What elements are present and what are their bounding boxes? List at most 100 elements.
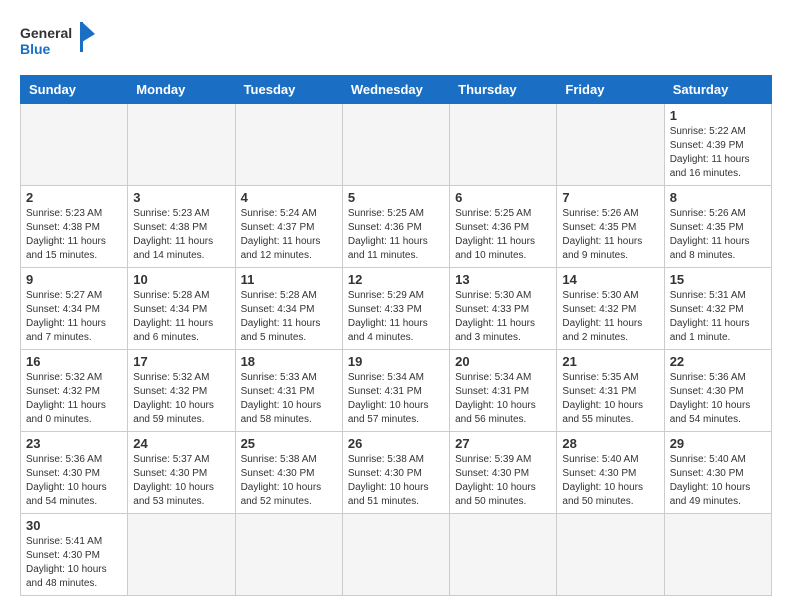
day-number: 27 bbox=[455, 436, 551, 451]
calendar-week-row: 1 Sunrise: 5:22 AM Sunset: 4:39 PM Daylig… bbox=[21, 104, 772, 186]
calendar-day-cell: 23 Sunrise: 5:36 AM Sunset: 4:30 PM Dayli… bbox=[21, 432, 128, 514]
day-number: 2 bbox=[26, 190, 122, 205]
day-info: Sunrise: 5:30 AM Sunset: 4:33 PM Dayligh… bbox=[455, 289, 551, 345]
calendar-day-cell: 2 Sunrise: 5:23 AM Sunset: 4:38 PM Daylig… bbox=[21, 186, 128, 268]
calendar-header-tuesday: Tuesday bbox=[235, 76, 342, 104]
day-info: Sunrise: 5:23 AM Sunset: 4:38 PM Dayligh… bbox=[133, 207, 229, 263]
day-info: Sunrise: 5:23 AM Sunset: 4:38 PM Dayligh… bbox=[26, 207, 122, 263]
calendar-day-cell bbox=[557, 514, 664, 596]
calendar-header-thursday: Thursday bbox=[450, 76, 557, 104]
day-number: 19 bbox=[348, 354, 444, 369]
day-number: 13 bbox=[455, 272, 551, 287]
day-number: 8 bbox=[670, 190, 766, 205]
day-number: 26 bbox=[348, 436, 444, 451]
calendar-week-row: 23 Sunrise: 5:36 AM Sunset: 4:30 PM Dayli… bbox=[21, 432, 772, 514]
day-info: Sunrise: 5:25 AM Sunset: 4:36 PM Dayligh… bbox=[348, 207, 444, 263]
day-info: Sunrise: 5:28 AM Sunset: 4:34 PM Dayligh… bbox=[133, 289, 229, 345]
calendar-day-cell: 26 Sunrise: 5:38 AM Sunset: 4:30 PM Dayli… bbox=[342, 432, 449, 514]
calendar-day-cell: 8 Sunrise: 5:26 AM Sunset: 4:35 PM Daylig… bbox=[664, 186, 771, 268]
day-number: 21 bbox=[562, 354, 658, 369]
calendar-header-row: SundayMondayTuesdayWednesdayThursdayFrid… bbox=[21, 76, 772, 104]
day-number: 18 bbox=[241, 354, 337, 369]
calendar-day-cell: 5 Sunrise: 5:25 AM Sunset: 4:36 PM Daylig… bbox=[342, 186, 449, 268]
calendar-header-sunday: Sunday bbox=[21, 76, 128, 104]
logo-svg: GeneralBlue bbox=[20, 20, 100, 65]
day-number: 16 bbox=[26, 354, 122, 369]
day-number: 9 bbox=[26, 272, 122, 287]
calendar-day-cell bbox=[235, 104, 342, 186]
day-info: Sunrise: 5:24 AM Sunset: 4:37 PM Dayligh… bbox=[241, 207, 337, 263]
calendar-day-cell bbox=[21, 104, 128, 186]
calendar-day-cell: 16 Sunrise: 5:32 AM Sunset: 4:32 PM Dayli… bbox=[21, 350, 128, 432]
calendar-day-cell: 18 Sunrise: 5:33 AM Sunset: 4:31 PM Dayli… bbox=[235, 350, 342, 432]
day-number: 28 bbox=[562, 436, 658, 451]
calendar-day-cell: 12 Sunrise: 5:29 AM Sunset: 4:33 PM Dayli… bbox=[342, 268, 449, 350]
day-info: Sunrise: 5:29 AM Sunset: 4:33 PM Dayligh… bbox=[348, 289, 444, 345]
day-number: 17 bbox=[133, 354, 229, 369]
calendar-day-cell: 25 Sunrise: 5:38 AM Sunset: 4:30 PM Dayli… bbox=[235, 432, 342, 514]
calendar-day-cell bbox=[128, 514, 235, 596]
day-info: Sunrise: 5:38 AM Sunset: 4:30 PM Dayligh… bbox=[348, 453, 444, 509]
calendar-header-saturday: Saturday bbox=[664, 76, 771, 104]
calendar-day-cell: 14 Sunrise: 5:30 AM Sunset: 4:32 PM Dayli… bbox=[557, 268, 664, 350]
day-number: 23 bbox=[26, 436, 122, 451]
calendar-day-cell bbox=[450, 104, 557, 186]
calendar-day-cell: 19 Sunrise: 5:34 AM Sunset: 4:31 PM Dayli… bbox=[342, 350, 449, 432]
day-info: Sunrise: 5:25 AM Sunset: 4:36 PM Dayligh… bbox=[455, 207, 551, 263]
calendar-day-cell bbox=[342, 104, 449, 186]
calendar-day-cell bbox=[128, 104, 235, 186]
calendar-day-cell: 21 Sunrise: 5:35 AM Sunset: 4:31 PM Dayli… bbox=[557, 350, 664, 432]
svg-text:General: General bbox=[20, 25, 72, 41]
day-info: Sunrise: 5:36 AM Sunset: 4:30 PM Dayligh… bbox=[670, 371, 766, 427]
day-info: Sunrise: 5:33 AM Sunset: 4:31 PM Dayligh… bbox=[241, 371, 337, 427]
calendar-day-cell: 28Sunrise: 5:40 AM Sunset: 4:30 PM Dayli… bbox=[557, 432, 664, 514]
calendar-week-row: 16 Sunrise: 5:32 AM Sunset: 4:32 PM Dayli… bbox=[21, 350, 772, 432]
calendar-table: SundayMondayTuesdayWednesdayThursdayFrid… bbox=[20, 75, 772, 596]
calendar-day-cell: 4Sunrise: 5:24 AM Sunset: 4:37 PM Daylig… bbox=[235, 186, 342, 268]
day-number: 20 bbox=[455, 354, 551, 369]
day-info: Sunrise: 5:39 AM Sunset: 4:30 PM Dayligh… bbox=[455, 453, 551, 509]
day-number: 11 bbox=[241, 272, 337, 287]
day-info: Sunrise: 5:32 AM Sunset: 4:32 PM Dayligh… bbox=[26, 371, 122, 427]
calendar-day-cell bbox=[450, 514, 557, 596]
calendar-day-cell: 7 Sunrise: 5:26 AM Sunset: 4:35 PM Daylig… bbox=[557, 186, 664, 268]
calendar-day-cell: 20 Sunrise: 5:34 AM Sunset: 4:31 PM Dayli… bbox=[450, 350, 557, 432]
day-number: 1 bbox=[670, 108, 766, 123]
day-info: Sunrise: 5:32 AM Sunset: 4:32 PM Dayligh… bbox=[133, 371, 229, 427]
day-info: Sunrise: 5:30 AM Sunset: 4:32 PM Dayligh… bbox=[562, 289, 658, 345]
day-number: 12 bbox=[348, 272, 444, 287]
calendar-day-cell: 22Sunrise: 5:36 AM Sunset: 4:30 PM Dayli… bbox=[664, 350, 771, 432]
page-header: GeneralBlue bbox=[20, 20, 772, 65]
calendar-day-cell: 10Sunrise: 5:28 AM Sunset: 4:34 PM Dayli… bbox=[128, 268, 235, 350]
day-info: Sunrise: 5:34 AM Sunset: 4:31 PM Dayligh… bbox=[348, 371, 444, 427]
day-number: 7 bbox=[562, 190, 658, 205]
day-info: Sunrise: 5:36 AM Sunset: 4:30 PM Dayligh… bbox=[26, 453, 122, 509]
calendar-week-row: 9Sunrise: 5:27 AM Sunset: 4:34 PM Daylig… bbox=[21, 268, 772, 350]
day-info: Sunrise: 5:26 AM Sunset: 4:35 PM Dayligh… bbox=[670, 207, 766, 263]
day-number: 14 bbox=[562, 272, 658, 287]
day-info: Sunrise: 5:22 AM Sunset: 4:39 PM Dayligh… bbox=[670, 125, 766, 181]
day-number: 29 bbox=[670, 436, 766, 451]
calendar-day-cell: 27 Sunrise: 5:39 AM Sunset: 4:30 PM Dayli… bbox=[450, 432, 557, 514]
day-number: 5 bbox=[348, 190, 444, 205]
day-number: 25 bbox=[241, 436, 337, 451]
day-number: 3 bbox=[133, 190, 229, 205]
calendar-header-friday: Friday bbox=[557, 76, 664, 104]
day-info: Sunrise: 5:28 AM Sunset: 4:34 PM Dayligh… bbox=[241, 289, 337, 345]
calendar-day-cell bbox=[557, 104, 664, 186]
calendar-day-cell bbox=[664, 514, 771, 596]
calendar-day-cell bbox=[342, 514, 449, 596]
day-info: Sunrise: 5:35 AM Sunset: 4:31 PM Dayligh… bbox=[562, 371, 658, 427]
day-info: Sunrise: 5:26 AM Sunset: 4:35 PM Dayligh… bbox=[562, 207, 658, 263]
calendar-day-cell: 13 Sunrise: 5:30 AM Sunset: 4:33 PM Dayli… bbox=[450, 268, 557, 350]
day-info: Sunrise: 5:38 AM Sunset: 4:30 PM Dayligh… bbox=[241, 453, 337, 509]
day-info: Sunrise: 5:31 AM Sunset: 4:32 PM Dayligh… bbox=[670, 289, 766, 345]
calendar-header-monday: Monday bbox=[128, 76, 235, 104]
calendar-day-cell bbox=[235, 514, 342, 596]
calendar-header-wednesday: Wednesday bbox=[342, 76, 449, 104]
calendar-day-cell: 15Sunrise: 5:31 AM Sunset: 4:32 PM Dayli… bbox=[664, 268, 771, 350]
day-info: Sunrise: 5:34 AM Sunset: 4:31 PM Dayligh… bbox=[455, 371, 551, 427]
day-info: Sunrise: 5:40 AM Sunset: 4:30 PM Dayligh… bbox=[670, 453, 766, 509]
day-number: 6 bbox=[455, 190, 551, 205]
calendar-day-cell: 11 Sunrise: 5:28 AM Sunset: 4:34 PM Dayli… bbox=[235, 268, 342, 350]
